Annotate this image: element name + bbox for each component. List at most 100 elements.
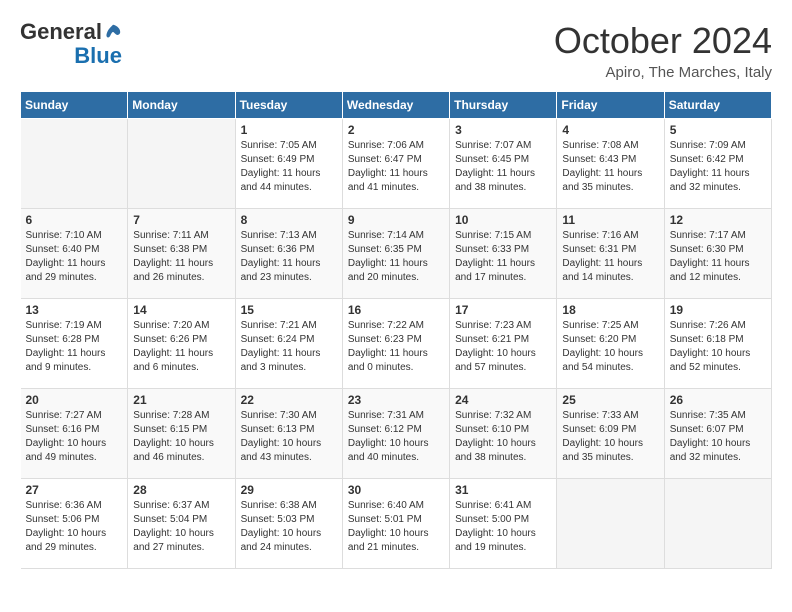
day-number: 2 xyxy=(348,123,444,137)
calendar-cell xyxy=(21,119,128,209)
day-number: 24 xyxy=(455,393,551,407)
calendar-cell: 11 Sunrise: 7:16 AMSunset: 6:31 PMDayligh… xyxy=(557,209,664,299)
header-wednesday: Wednesday xyxy=(342,92,449,119)
calendar-cell: 20Sunrise: 7:27 AMSunset: 6:16 PMDayligh… xyxy=(21,389,128,479)
calendar-cell: 25 Sunrise: 7:33 AMSunset: 6:09 PMDayligh… xyxy=(557,389,664,479)
day-number: 27 xyxy=(26,483,123,497)
day-detail: Sunrise: 6:36 AMSunset: 5:06 PMDaylight:… xyxy=(26,499,123,555)
day-number: 12 xyxy=(670,213,766,227)
week-row-1: 1Sunrise: 7:05 AMSunset: 6:49 PMDaylight… xyxy=(21,119,772,209)
calendar-cell: 10Sunrise: 7:15 AMSunset: 6:33 PMDayligh… xyxy=(450,209,557,299)
calendar-cell: 19 Sunrise: 7:26 AMSunset: 6:18 PMDayligh… xyxy=(664,299,771,389)
calendar-cell: 13 Sunrise: 7:19 AMSunset: 6:28 PMDayligh… xyxy=(21,299,128,389)
day-number: 4 xyxy=(562,123,658,137)
day-detail: Sunrise: 7:30 AMSunset: 6:13 PMDaylight:… xyxy=(241,409,337,465)
day-number: 17 xyxy=(455,303,551,317)
day-detail: Sunrise: 7:17 AMSunset: 6:30 PMDaylight:… xyxy=(670,229,766,285)
day-detail: Sunrise: 7:05 AMSunset: 6:49 PMDaylight:… xyxy=(241,139,337,195)
day-number: 30 xyxy=(348,483,444,497)
day-detail: Sunrise: 7:06 AMSunset: 6:47 PMDaylight:… xyxy=(348,139,444,195)
day-number: 22 xyxy=(241,393,337,407)
header: General Blue October 2024 Apiro, The Mar… xyxy=(20,20,772,81)
day-detail: Sunrise: 7:25 AMSunset: 6:20 PMDaylight:… xyxy=(562,319,658,375)
day-detail: Sunrise: 7:08 AMSunset: 6:43 PMDaylight:… xyxy=(562,139,658,195)
day-detail: Sunrise: 7:33 AMSunset: 6:09 PMDaylight:… xyxy=(562,409,658,465)
calendar-cell: 12 Sunrise: 7:17 AMSunset: 6:30 PMDayligh… xyxy=(664,209,771,299)
calendar-cell: 28Sunrise: 6:37 AMSunset: 5:04 PMDayligh… xyxy=(128,479,235,569)
calendar-cell: 27 Sunrise: 6:36 AMSunset: 5:06 PMDayligh… xyxy=(21,479,128,569)
header-friday: Friday xyxy=(557,92,664,119)
day-number: 26 xyxy=(670,393,766,407)
week-row-4: 20Sunrise: 7:27 AMSunset: 6:16 PMDayligh… xyxy=(21,389,772,479)
day-detail: Sunrise: 7:26 AMSunset: 6:18 PMDaylight:… xyxy=(670,319,766,375)
day-detail: Sunrise: 7:16 AMSunset: 6:31 PMDaylight:… xyxy=(562,229,658,285)
day-detail: Sunrise: 7:32 AMSunset: 6:10 PMDaylight:… xyxy=(455,409,551,465)
day-detail: Sunrise: 7:23 AMSunset: 6:21 PMDaylight:… xyxy=(455,319,551,375)
day-detail: Sunrise: 7:07 AMSunset: 6:45 PMDaylight:… xyxy=(455,139,551,195)
calendar-cell: 15Sunrise: 7:21 AMSunset: 6:24 PMDayligh… xyxy=(235,299,342,389)
calendar-cell xyxy=(664,479,771,569)
day-number: 13 xyxy=(26,303,123,317)
day-number: 7 xyxy=(133,213,229,227)
calendar-cell xyxy=(128,119,235,209)
calendar-cell: 2 Sunrise: 7:06 AMSunset: 6:47 PMDaylight… xyxy=(342,119,449,209)
day-detail: Sunrise: 7:19 AMSunset: 6:28 PMDaylight:… xyxy=(26,319,123,375)
header-monday: Monday xyxy=(128,92,235,119)
day-number: 21 xyxy=(133,393,229,407)
calendar-cell: 18 Sunrise: 7:25 AMSunset: 6:20 PMDayligh… xyxy=(557,299,664,389)
day-detail: Sunrise: 6:41 AMSunset: 5:00 PMDaylight:… xyxy=(455,499,551,555)
day-number: 16 xyxy=(348,303,444,317)
calendar-cell: 7 Sunrise: 7:11 AMSunset: 6:38 PMDaylight… xyxy=(128,209,235,299)
week-row-5: 27 Sunrise: 6:36 AMSunset: 5:06 PMDayligh… xyxy=(21,479,772,569)
day-detail: Sunrise: 7:11 AMSunset: 6:38 PMDaylight:… xyxy=(133,229,229,285)
calendar-cell: 6Sunrise: 7:10 AMSunset: 6:40 PMDaylight… xyxy=(21,209,128,299)
calendar-cell: 8Sunrise: 7:13 AMSunset: 6:36 PMDaylight… xyxy=(235,209,342,299)
day-number: 3 xyxy=(455,123,551,137)
header-saturday: Saturday xyxy=(664,92,771,119)
calendar-cell: 14Sunrise: 7:20 AMSunset: 6:26 PMDayligh… xyxy=(128,299,235,389)
week-row-2: 6Sunrise: 7:10 AMSunset: 6:40 PMDaylight… xyxy=(21,209,772,299)
calendar-cell: 16Sunrise: 7:22 AMSunset: 6:23 PMDayligh… xyxy=(342,299,449,389)
calendar-cell: 26 Sunrise: 7:35 AMSunset: 6:07 PMDayligh… xyxy=(664,389,771,479)
calendar-cell: 5 Sunrise: 7:09 AMSunset: 6:42 PMDaylight… xyxy=(664,119,771,209)
day-number: 8 xyxy=(241,213,337,227)
day-number: 31 xyxy=(455,483,551,497)
month-title: October 2024 xyxy=(554,20,772,62)
day-number: 29 xyxy=(241,483,337,497)
calendar-cell: 9Sunrise: 7:14 AMSunset: 6:35 PMDaylight… xyxy=(342,209,449,299)
calendar-cell: 3 Sunrise: 7:07 AMSunset: 6:45 PMDaylight… xyxy=(450,119,557,209)
calendar-cell: 22 Sunrise: 7:30 AMSunset: 6:13 PMDayligh… xyxy=(235,389,342,479)
header-thursday: Thursday xyxy=(450,92,557,119)
location: Apiro, The Marches, Italy xyxy=(554,64,772,81)
day-number: 18 xyxy=(562,303,658,317)
calendar-cell: 30 Sunrise: 6:40 AMSunset: 5:01 PMDayligh… xyxy=(342,479,449,569)
day-detail: Sunrise: 7:31 AMSunset: 6:12 PMDaylight:… xyxy=(348,409,444,465)
day-detail: Sunrise: 7:14 AMSunset: 6:35 PMDaylight:… xyxy=(348,229,444,285)
day-detail: Sunrise: 7:35 AMSunset: 6:07 PMDaylight:… xyxy=(670,409,766,465)
logo-bird-icon xyxy=(104,23,122,41)
day-number: 23 xyxy=(348,393,444,407)
calendar-cell: 17 Sunrise: 7:23 AMSunset: 6:21 PMDayligh… xyxy=(450,299,557,389)
calendar-cell: 23 Sunrise: 7:31 AMSunset: 6:12 PMDayligh… xyxy=(342,389,449,479)
calendar-table: SundayMondayTuesdayWednesdayThursdayFrid… xyxy=(20,91,772,569)
day-detail: Sunrise: 7:15 AMSunset: 6:33 PMDaylight:… xyxy=(455,229,551,285)
week-row-3: 13 Sunrise: 7:19 AMSunset: 6:28 PMDayligh… xyxy=(21,299,772,389)
logo-blue: Blue xyxy=(74,44,122,68)
day-number: 19 xyxy=(670,303,766,317)
day-number: 25 xyxy=(562,393,658,407)
calendar-cell: 31 Sunrise: 6:41 AMSunset: 5:00 PMDayligh… xyxy=(450,479,557,569)
calendar-cell: 21Sunrise: 7:28 AMSunset: 6:15 PMDayligh… xyxy=(128,389,235,479)
header-tuesday: Tuesday xyxy=(235,92,342,119)
calendar-cell: 29 Sunrise: 6:38 AMSunset: 5:03 PMDayligh… xyxy=(235,479,342,569)
day-number: 20 xyxy=(26,393,123,407)
logo-general: General xyxy=(20,20,102,44)
day-detail: Sunrise: 6:38 AMSunset: 5:03 PMDaylight:… xyxy=(241,499,337,555)
calendar-cell: 1Sunrise: 7:05 AMSunset: 6:49 PMDaylight… xyxy=(235,119,342,209)
day-number: 11 xyxy=(562,213,658,227)
day-number: 5 xyxy=(670,123,766,137)
logo: General Blue xyxy=(20,20,122,68)
calendar-header-row: SundayMondayTuesdayWednesdayThursdayFrid… xyxy=(21,92,772,119)
day-detail: Sunrise: 6:40 AMSunset: 5:01 PMDaylight:… xyxy=(348,499,444,555)
day-number: 15 xyxy=(241,303,337,317)
day-detail: Sunrise: 7:09 AMSunset: 6:42 PMDaylight:… xyxy=(670,139,766,195)
